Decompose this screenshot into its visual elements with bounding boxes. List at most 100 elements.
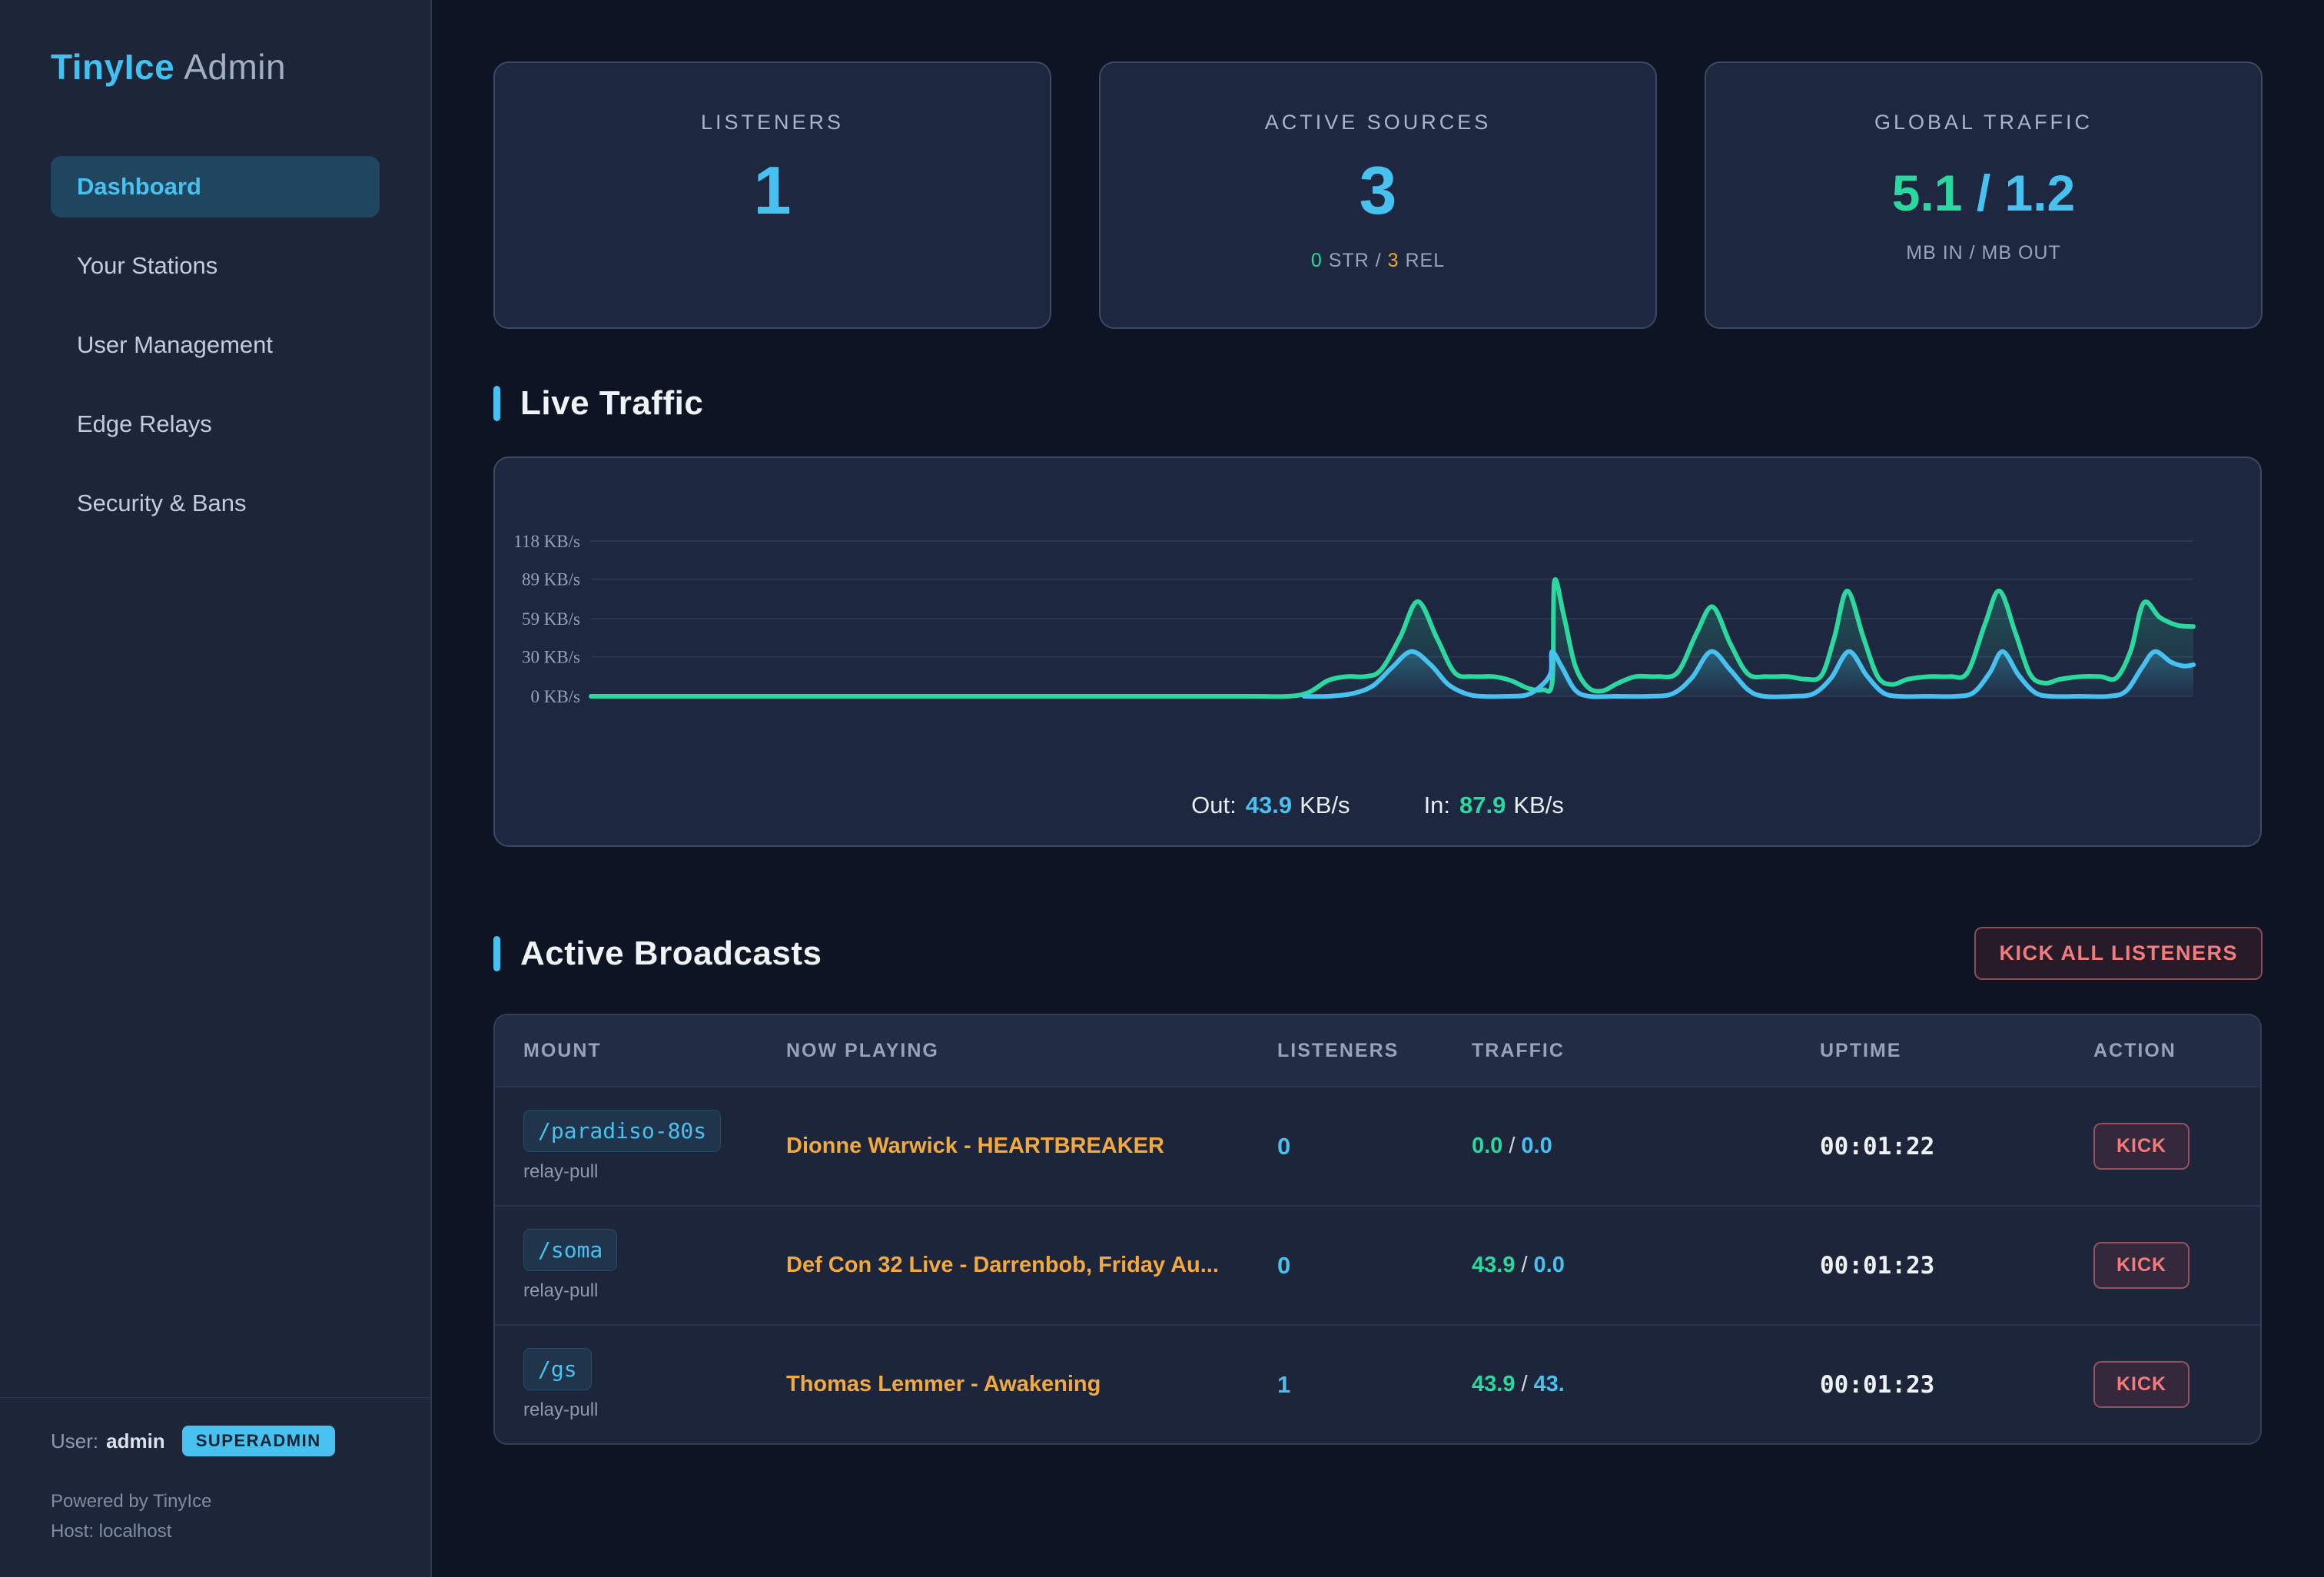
main-content: LISTENERS 1 ACTIVE SOURCES 3 0 STR / 3 R…	[432, 0, 2324, 1577]
mount-cell: /soma relay-pull	[523, 1229, 786, 1302]
mount-cell: /gs relay-pull	[523, 1348, 786, 1421]
sidebar-meta: Powered by TinyIce Host: localhost	[51, 1487, 381, 1546]
uptime-value: 00:01:23	[1820, 1252, 2093, 1280]
now-playing-text: Thomas Lemmer - Awakening	[786, 1372, 1277, 1397]
sidebar-item-security-bans[interactable]: Security & Bans	[51, 473, 380, 534]
traffic-in: 43.9	[1472, 1372, 1515, 1396]
sidebar-footer: User: admin SUPERADMIN Powered by TinyIc…	[0, 1397, 432, 1546]
table-header-row: MOUNT NOW PLAYING LISTENERS TRAFFIC UPTI…	[495, 1015, 2260, 1086]
mount-chip: /gs	[523, 1348, 592, 1390]
listeners-value: 1	[754, 151, 792, 230]
col-listeners: LISTENERS	[1277, 1040, 1472, 1062]
traffic-in: 0.0	[1472, 1134, 1502, 1158]
broadcasts-table: MOUNT NOW PLAYING LISTENERS TRAFFIC UPTI…	[493, 1014, 2262, 1445]
rel-count: 3	[1388, 250, 1399, 271]
traffic-out: 0.0	[1521, 1134, 1552, 1158]
legend-in-value: 87.9	[1459, 792, 1506, 818]
sidebar-nav: Dashboard Your Stations User Management …	[51, 156, 380, 534]
live-traffic-title: Live Traffic	[520, 384, 703, 423]
mount-type: relay-pull	[523, 1161, 598, 1183]
active-sources-card: ACTIVE SOURCES 3 0 STR / 3 REL	[1099, 61, 1657, 329]
legend-out-label: Out:	[1191, 792, 1237, 818]
table-row: /paradiso-80s relay-pull Dionne Warwick …	[495, 1086, 2260, 1205]
now-playing-text: Def Con 32 Live - Darrenbob, Friday Au..…	[786, 1253, 1277, 1278]
superadmin-badge: SUPERADMIN	[182, 1426, 335, 1456]
kick-button[interactable]: KICK	[2093, 1242, 2190, 1289]
legend-in: In: 87.9 KB/s	[1424, 792, 1564, 819]
legend-in-unit: KB/s	[1513, 792, 1563, 818]
traffic-cell: 43.9/ 0.0	[1472, 1253, 1820, 1278]
accent-bar	[493, 936, 500, 971]
table-row: /gs relay-pull Thomas Lemmer - Awakening…	[495, 1324, 2260, 1443]
global-traffic-label: GLOBAL TRAFFIC	[1874, 111, 2093, 134]
brand-primary: TinyIce	[51, 47, 174, 87]
stats-row: LISTENERS 1 ACTIVE SOURCES 3 0 STR / 3 R…	[493, 61, 2263, 329]
traffic-out: 0.0	[1534, 1253, 1565, 1277]
traffic-out: 43.	[1534, 1372, 1565, 1396]
col-action: ACTION	[2093, 1040, 2260, 1062]
mount-chip: /soma	[523, 1229, 617, 1271]
live-traffic-header: Live Traffic	[493, 384, 2263, 423]
sidebar-item-label: Dashboard	[77, 173, 201, 201]
listeners-label: LISTENERS	[701, 111, 844, 134]
global-traffic-sub: MB IN / MB OUT	[1906, 242, 2061, 264]
host-text: Host: localhost	[51, 1517, 381, 1546]
legend-out-value: 43.9	[1246, 792, 1292, 818]
sidebar-item-label: Edge Relays	[77, 410, 212, 438]
app-brand: TinyIceAdmin	[51, 46, 380, 88]
sidebar-item-label: User Management	[77, 331, 273, 359]
live-traffic-chart: 118 KB/s89 KB/s59 KB/s30 KB/s0 KB/s	[495, 458, 2260, 812]
svg-text:89 KB/s: 89 KB/s	[522, 570, 580, 589]
sidebar-item-edge-relays[interactable]: Edge Relays	[51, 393, 380, 455]
sidebar-item-dashboard[interactable]: Dashboard	[51, 156, 380, 217]
col-uptime: UPTIME	[1820, 1040, 2093, 1062]
traffic-in-mb: 5.1	[1892, 164, 1963, 221]
active-sources-label: ACTIVE SOURCES	[1265, 111, 1492, 134]
col-mount: MOUNT	[523, 1040, 786, 1062]
traffic-cell: 0.0/0.0	[1472, 1134, 1820, 1159]
sidebar: TinyIceAdmin Dashboard Your Stations Use…	[0, 0, 432, 1577]
action-cell: KICK	[2093, 1242, 2260, 1289]
user-name: admin	[106, 1429, 165, 1453]
accent-bar	[493, 386, 500, 421]
listeners-count: 1	[1277, 1371, 1472, 1399]
str-count: 0	[1311, 250, 1323, 271]
chart-legend: Out: 43.9 KB/s In: 87.9 KB/s	[495, 792, 2260, 819]
str-label: STR /	[1329, 250, 1382, 271]
mount-type: relay-pull	[523, 1399, 598, 1421]
global-traffic-value: 5.1 / 1.2	[1892, 164, 2076, 222]
mount-chip: /paradiso-80s	[523, 1110, 721, 1152]
traffic-sep: /	[1521, 1253, 1527, 1277]
live-traffic-card: 118 KB/s89 KB/s59 KB/s30 KB/s0 KB/s Out:…	[493, 456, 2262, 847]
traffic-sep: /	[1509, 1134, 1515, 1158]
sidebar-item-user-management[interactable]: User Management	[51, 314, 380, 376]
legend-out: Out: 43.9 KB/s	[1191, 792, 1350, 819]
listeners-count: 0	[1277, 1252, 1472, 1280]
legend-out-unit: KB/s	[1300, 792, 1350, 818]
sidebar-item-your-stations[interactable]: Your Stations	[51, 235, 380, 297]
kick-all-listeners-button[interactable]: KICK ALL LISTENERS	[1974, 927, 2263, 980]
rel-label: REL	[1405, 250, 1445, 271]
global-traffic-card: GLOBAL TRAFFIC 5.1 / 1.2 MB IN / MB OUT	[1705, 61, 2263, 329]
legend-in-label: In:	[1424, 792, 1450, 818]
kick-button[interactable]: KICK	[2093, 1123, 2190, 1170]
powered-by-text: Powered by TinyIce	[51, 1487, 381, 1516]
table-row: /soma relay-pull Def Con 32 Live - Darre…	[495, 1205, 2260, 1324]
traffic-out-mb: 1.2	[2005, 164, 2076, 221]
now-playing-text: Dionne Warwick - HEARTBREAKER	[786, 1134, 1277, 1159]
action-cell: KICK	[2093, 1123, 2260, 1170]
listeners-card: LISTENERS 1	[493, 61, 1051, 329]
broadcasts-title: Active Broadcasts	[520, 935, 822, 973]
action-cell: KICK	[2093, 1361, 2260, 1408]
svg-text:59 KB/s: 59 KB/s	[522, 609, 580, 629]
uptime-value: 00:01:23	[1820, 1371, 2093, 1399]
traffic-in: 43.9	[1472, 1253, 1515, 1277]
listeners-count: 0	[1277, 1133, 1472, 1160]
brand-secondary: Admin	[184, 47, 286, 87]
kick-button[interactable]: KICK	[2093, 1361, 2190, 1408]
svg-text:30 KB/s: 30 KB/s	[522, 648, 580, 667]
active-sources-value: 3	[1360, 151, 1397, 230]
sidebar-item-label: Security & Bans	[77, 490, 247, 517]
broadcasts-header: Active Broadcasts KICK ALL LISTENERS	[493, 927, 2263, 980]
traffic-cell: 43.9/43.	[1472, 1372, 1820, 1397]
